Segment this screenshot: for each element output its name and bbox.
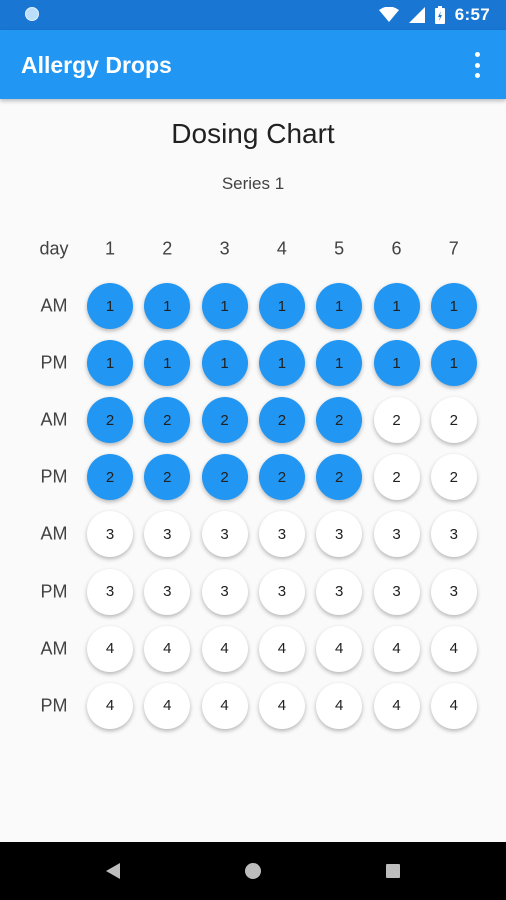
day-column-header: 4	[276, 238, 287, 259]
back-triangle-icon[interactable]	[73, 842, 153, 900]
dose-circle[interactable]: 1	[316, 340, 363, 387]
dose-circle[interactable]: 4	[373, 625, 420, 672]
dose-circle[interactable]: 1	[258, 340, 305, 387]
dose-circle[interactable]: 2	[258, 454, 305, 501]
dose-circle[interactable]: 2	[201, 397, 248, 444]
dose-circle[interactable]: 3	[430, 568, 477, 615]
row-label: PM	[40, 352, 68, 373]
dose-circle[interactable]: 4	[373, 682, 420, 729]
dose-circle[interactable]: 3	[373, 511, 420, 558]
dose-circle[interactable]: 1	[201, 283, 248, 329]
dose-circle[interactable]: 4	[144, 625, 191, 672]
dose-circle[interactable]: 4	[316, 682, 363, 729]
dose-circle[interactable]: 4	[201, 625, 248, 672]
dose-circle[interactable]: 3	[144, 568, 191, 615]
row-label: AM	[40, 638, 68, 659]
dose-circle[interactable]: 3	[201, 568, 248, 615]
row-label: PM	[40, 466, 68, 487]
row-label: PM	[40, 581, 68, 601]
dose-circle[interactable]: 2	[430, 454, 477, 501]
dose-circle[interactable]: 1	[373, 340, 420, 387]
dose-circle[interactable]: 1	[201, 340, 248, 387]
dose-circle[interactable]: 3	[316, 568, 363, 615]
dose-circle[interactable]: 2	[373, 454, 420, 501]
dose-circle[interactable]: 2	[430, 397, 477, 444]
dose-circle[interactable]: 2	[144, 454, 191, 501]
dose-circle[interactable]: 4	[430, 682, 477, 729]
dose-circle[interactable]: 1	[316, 283, 363, 329]
dose-circle[interactable]: 3	[258, 568, 305, 615]
dose-circle[interactable]: 2	[87, 397, 133, 444]
dose-circle[interactable]: 1	[87, 340, 133, 387]
dose-circle[interactable]: 3	[316, 511, 363, 558]
dose-circle[interactable]: 1	[144, 283, 191, 329]
dose-circle[interactable]: 1	[258, 283, 305, 329]
home-circle-icon[interactable]	[213, 842, 293, 900]
dose-circle[interactable]: 2	[258, 397, 305, 444]
day-column-header: 2	[162, 238, 173, 259]
row-label: AM	[40, 409, 68, 430]
dose-circle[interactable]: 4	[87, 625, 133, 672]
dose-circle[interactable]: 2	[201, 454, 248, 501]
dose-circle[interactable]: 3	[258, 511, 305, 558]
dose-circle[interactable]: 3	[373, 568, 420, 615]
dose-circle[interactable]: 2	[373, 397, 420, 444]
dose-circle[interactable]: 2	[316, 454, 363, 501]
day-column-header: 6	[391, 238, 402, 259]
dose-circle[interactable]: 3	[430, 511, 477, 558]
dose-circle[interactable]: 3	[144, 511, 191, 558]
dose-circle[interactable]: 1	[373, 283, 420, 329]
dose-circle[interactable]: 4	[430, 625, 477, 672]
dose-circle[interactable]: 3	[201, 511, 248, 558]
day-column-header: 1	[104, 238, 116, 259]
dose-circle[interactable]: 4	[144, 682, 191, 729]
row-label: AM	[40, 295, 68, 316]
dose-circle[interactable]: 4	[201, 682, 248, 729]
dose-circle[interactable]: 3	[87, 568, 133, 615]
dose-circle[interactable]: 4	[87, 682, 133, 729]
dose-circle[interactable]: 4	[316, 625, 363, 672]
dose-circle[interactable]: 1	[430, 283, 477, 329]
dose-circle[interactable]: 2	[144, 397, 191, 444]
dose-circle[interactable]: 2	[87, 454, 133, 501]
row-label: AM	[40, 523, 68, 544]
day-header-label: day	[39, 238, 69, 259]
dose-circle[interactable]: 2	[316, 397, 363, 444]
dose-circle[interactable]: 1	[144, 340, 191, 387]
dose-circle[interactable]: 1	[430, 340, 477, 387]
dosing-grid: day 1 2 3 4 5 6 7 AM 1 1 1 1 1 1 1 PM 1 1 1 1 1 1 1 AM 2 2 2 2 2 2 2 PM 2…	[0, 0, 506, 900]
row-label: PM	[40, 695, 68, 716]
day-column-header: 5	[334, 238, 345, 259]
day-column-header: 7	[448, 238, 459, 259]
day-column-header: 3	[219, 238, 230, 259]
recents-square-icon[interactable]	[353, 842, 433, 900]
dose-circle[interactable]: 4	[258, 682, 305, 729]
dose-circle[interactable]: 3	[87, 511, 133, 558]
navigation-bar	[0, 842, 506, 900]
dose-circle[interactable]: 1	[87, 283, 133, 329]
dose-circle[interactable]: 4	[258, 625, 305, 672]
